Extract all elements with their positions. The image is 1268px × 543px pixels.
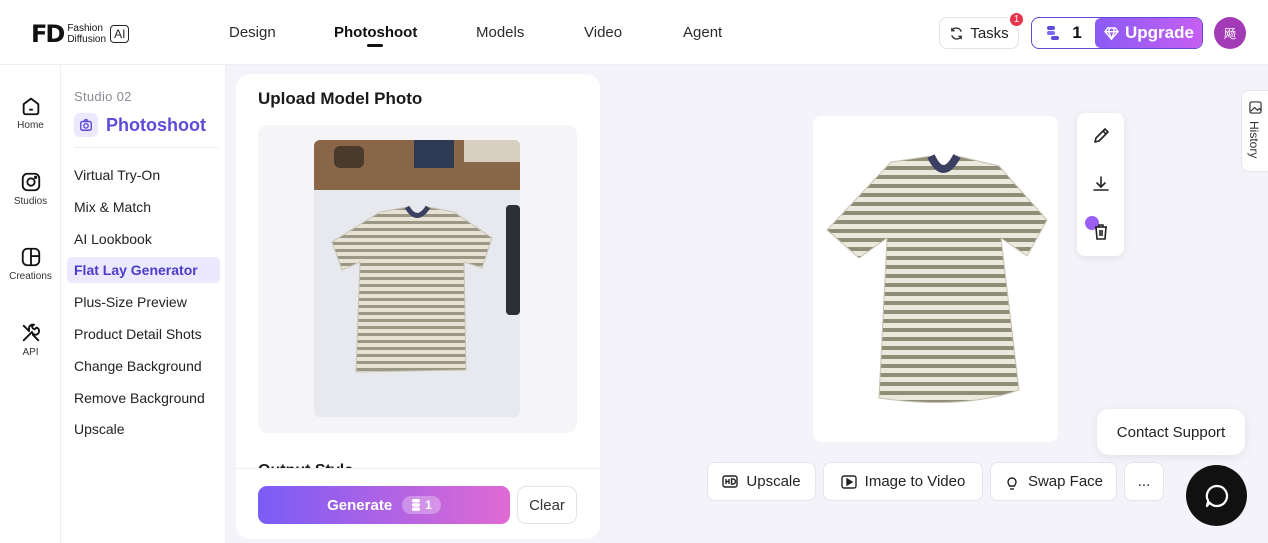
- tasks-button[interactable]: Tasks: [939, 17, 1019, 49]
- tasks-label: Tasks: [970, 24, 1009, 42]
- play-icon: [840, 474, 857, 489]
- history-label: History: [1247, 121, 1261, 159]
- avatar[interactable]: 飏: [1214, 17, 1246, 49]
- upscale-button[interactable]: Upscale: [707, 462, 816, 501]
- rail-item-home[interactable]: Home: [0, 95, 61, 131]
- upscale-label: Upscale: [746, 473, 801, 490]
- credits-counter[interactable]: 1: [1032, 18, 1096, 48]
- coins-icon: [412, 499, 421, 511]
- logo-wordmark: Fashion Diffusion: [67, 23, 106, 45]
- rail-item-creations[interactable]: Creations: [0, 246, 61, 282]
- generate-button[interactable]: Generate 1: [258, 486, 510, 524]
- clear-button[interactable]: Clear: [517, 486, 577, 524]
- tasks-badge: 1: [1008, 11, 1025, 28]
- studio-label: Studio 02: [74, 89, 132, 104]
- studio-subnav: Studio 02 Photoshoot Virtual Try-On Mix …: [61, 65, 226, 543]
- chat-icon: [1205, 484, 1228, 507]
- rail-item-api[interactable]: API: [0, 322, 61, 358]
- upload-panel: Upload Model Photo Output Style: [236, 74, 600, 539]
- credits-value: 1: [1072, 23, 1082, 42]
- more-button[interactable]: ...: [1124, 462, 1164, 501]
- logo-ai-badge: AI: [110, 25, 130, 43]
- image-to-video-label: Image to Video: [864, 473, 966, 490]
- edit-button[interactable]: [1089, 124, 1113, 148]
- credits-box: 1 Upgrade: [1031, 17, 1203, 49]
- divider: [74, 147, 219, 148]
- chat-button[interactable]: [1186, 465, 1247, 526]
- subnav-item-ai-lookbook[interactable]: AI Lookbook: [67, 226, 220, 252]
- subnav-item-plus-size-preview[interactable]: Plus-Size Preview: [67, 289, 220, 315]
- hd-icon: [722, 475, 739, 488]
- nav-active-indicator: [367, 44, 383, 47]
- subnav-item-flat-lay-generator[interactable]: Flat Lay Generator: [67, 257, 220, 283]
- pencil-icon: [1094, 128, 1109, 143]
- brand-logo[interactable]: FD Fashion Diffusion AI: [31, 20, 130, 48]
- rail-label-studios: Studios: [13, 196, 48, 207]
- logo-mark: FD: [31, 20, 65, 48]
- image-to-video-button[interactable]: Image to Video: [823, 462, 983, 501]
- nav-design[interactable]: Design: [229, 24, 276, 41]
- swap-face-label: Swap Face: [1027, 473, 1104, 490]
- subnav-item-product-detail-shots[interactable]: Product Detail Shots: [67, 321, 220, 347]
- subnav-item-mix-match[interactable]: Mix & Match: [67, 194, 220, 220]
- download-icon: [1093, 176, 1109, 191]
- icon-rail: Home Studios Creations API: [0, 65, 61, 543]
- upgrade-button[interactable]: Upgrade: [1095, 18, 1202, 48]
- history-tab[interactable]: History: [1241, 90, 1268, 172]
- download-button[interactable]: [1089, 172, 1113, 196]
- grid-icon: [21, 247, 40, 267]
- panel-title: Upload Model Photo: [258, 89, 423, 108]
- rail-item-studios[interactable]: Studios: [0, 171, 61, 207]
- contact-support-tooltip[interactable]: Contact Support: [1097, 409, 1245, 455]
- generate-label: Generate: [327, 496, 393, 514]
- diamond-icon: [1104, 26, 1119, 40]
- rail-label-home: Home: [17, 120, 44, 131]
- home-icon: [22, 97, 39, 116]
- generate-cost-chip: 1: [402, 496, 441, 514]
- subnav-item-change-background[interactable]: Change Background: [67, 353, 220, 379]
- rail-label-api: API: [22, 347, 39, 358]
- generate-cost: 1: [425, 498, 432, 512]
- nav-video[interactable]: Video: [584, 24, 622, 41]
- more-icon: ...: [1137, 473, 1151, 490]
- logo-line-1: Fashion: [67, 23, 103, 34]
- coins-icon: [1047, 26, 1060, 40]
- nav-photoshoot[interactable]: Photoshoot: [334, 24, 417, 41]
- face-icon: [1007, 476, 1017, 490]
- panel-footer: Generate 1 Clear: [236, 468, 600, 539]
- section-title: Photoshoot: [74, 113, 206, 137]
- subnav-item-remove-background[interactable]: Remove Background: [67, 385, 220, 411]
- nav-models[interactable]: Models: [476, 24, 524, 41]
- logo-line-2: Diffusion: [67, 34, 107, 45]
- camera-badge-icon: [74, 113, 98, 137]
- top-bar: FD Fashion Diffusion AI Design Photoshoo…: [0, 0, 1268, 65]
- refresh-icon: [951, 26, 963, 40]
- tools-icon: [22, 323, 40, 342]
- image-icon: [1249, 101, 1262, 114]
- camera-icon: [21, 172, 40, 192]
- trash-icon: [1095, 224, 1107, 240]
- swap-face-button[interactable]: Swap Face: [990, 462, 1117, 501]
- result-image[interactable]: [813, 116, 1058, 442]
- upload-area[interactable]: [258, 125, 577, 433]
- nav-agent[interactable]: Agent: [683, 24, 722, 41]
- subnav-item-virtual-try-on[interactable]: Virtual Try-On: [67, 162, 220, 188]
- uploaded-photo: [314, 140, 520, 417]
- upgrade-label: Upgrade: [1125, 23, 1194, 42]
- result-tools: [1077, 113, 1124, 256]
- section-title-label: Photoshoot: [106, 114, 206, 135]
- rail-label-creations: Creations: [9, 271, 52, 282]
- delete-button[interactable]: [1089, 220, 1113, 244]
- subnav-item-upscale[interactable]: Upscale: [67, 416, 220, 442]
